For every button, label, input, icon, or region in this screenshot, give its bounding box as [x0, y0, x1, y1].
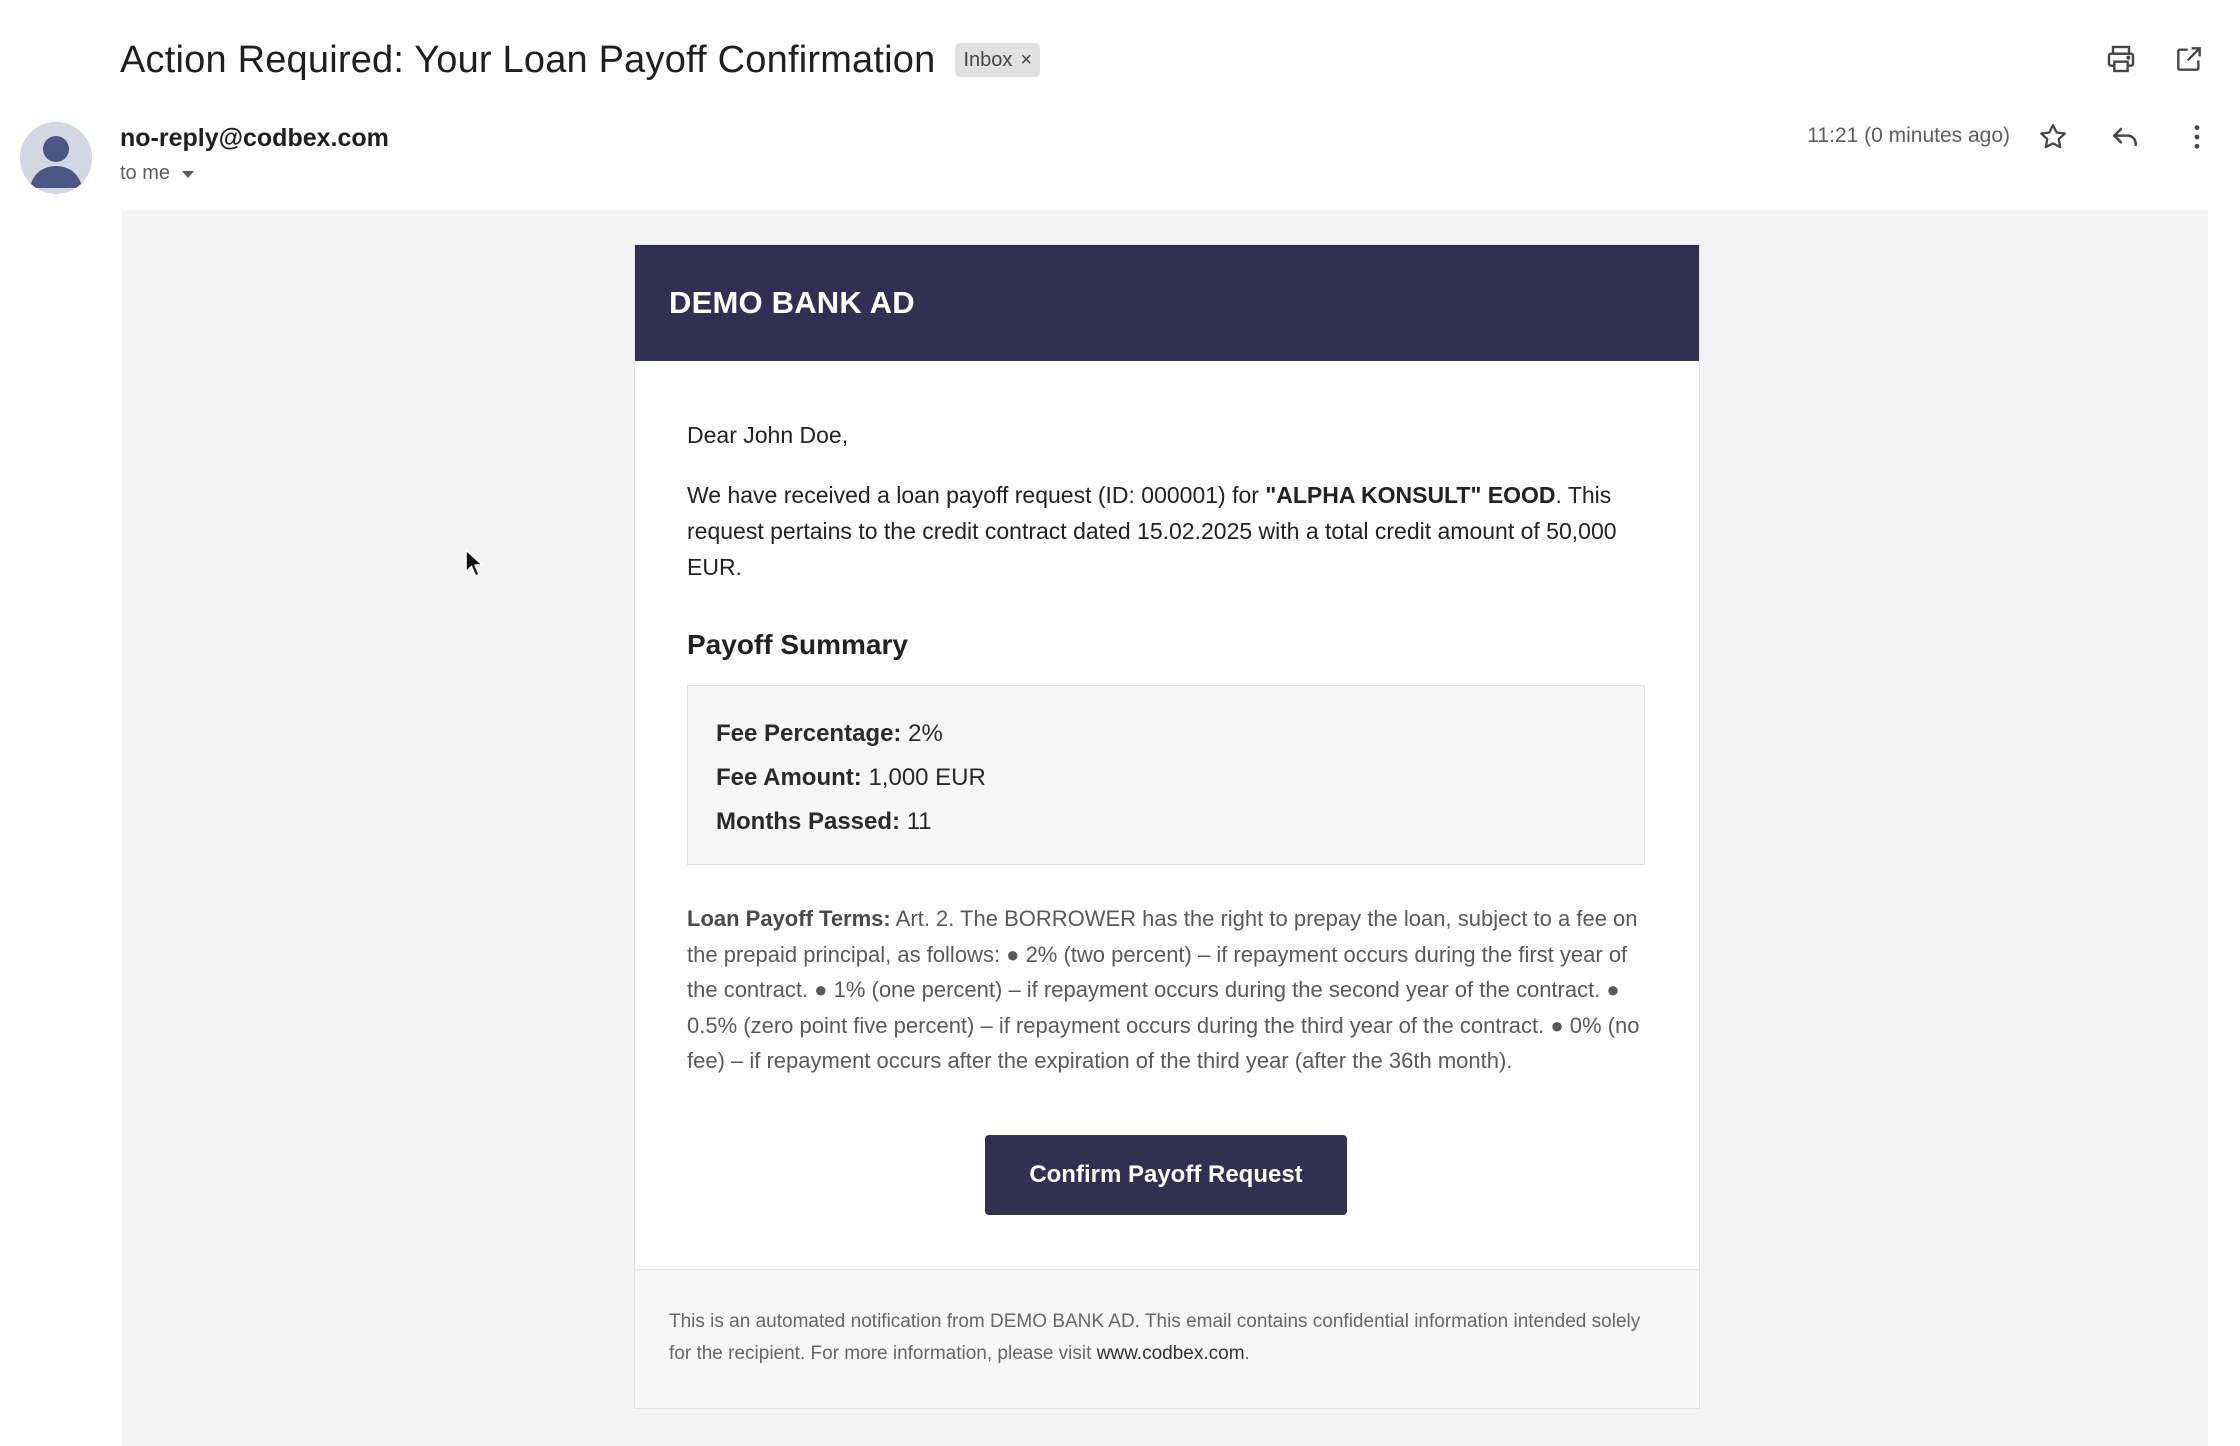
bank-name: DEMO BANK AD — [669, 285, 915, 320]
reply-icon[interactable] — [2106, 118, 2144, 156]
recipient-text: to me — [120, 162, 171, 184]
chevron-down-icon[interactable] — [182, 171, 195, 178]
confirm-payoff-button[interactable]: Confirm Payoff Request — [985, 1134, 1347, 1215]
footer-link[interactable]: www.codbex.com — [1097, 1343, 1245, 1364]
open-in-new-window-icon[interactable] — [2170, 40, 2208, 78]
avatar-icon[interactable] — [20, 122, 92, 194]
recipient-details[interactable]: to me — [120, 162, 195, 185]
mouse-cursor-icon — [465, 549, 484, 577]
sender-address: no-reply@codbex.com — [120, 124, 389, 152]
bank-header: DEMO BANK AD — [635, 245, 1699, 361]
terms-label: Loan Payoff Terms: — [687, 906, 891, 931]
subject-row: Action Required: Your Loan Payoff Confir… — [120, 32, 1041, 88]
print-icon[interactable] — [2102, 40, 2140, 78]
label-chip-text: Inbox — [963, 48, 1013, 71]
summary-value: 1,000 EUR — [861, 764, 986, 791]
company-name: "ALPHA KONSULT" EOOD — [1265, 482, 1556, 508]
summary-value: 11 — [900, 808, 932, 835]
terms-text: Art. 2. The BORROWER has the right to pr… — [687, 906, 1640, 1073]
summary-row: Fee Amount: 1,000 EUR — [716, 756, 1616, 800]
payoff-summary-box: Fee Percentage: 2% Fee Amount: 1,000 EUR… — [687, 685, 1645, 865]
summary-row: Fee Percentage: 2% — [716, 712, 1616, 756]
message-actions — [2034, 118, 2216, 156]
email-subject: Action Required: Your Loan Payoff Confir… — [120, 38, 936, 81]
footer-end: . — [1244, 1342, 1250, 1364]
loan-payoff-terms: Loan Payoff Terms: Art. 2. The BORROWER … — [687, 901, 1645, 1079]
inbox-label-chip[interactable]: Inbox × — [955, 43, 1041, 77]
summary-label: Fee Amount: — [716, 764, 862, 791]
more-vert-icon[interactable] — [2178, 118, 2216, 156]
email-content: Dear John Doe, We have received a loan p… — [635, 361, 1699, 1269]
summary-row: Months Passed: 11 — [716, 800, 1616, 844]
email-footer: This is an automated notification from D… — [635, 1268, 1699, 1408]
message-timestamp: 11:21 (0 minutes ago) — [1807, 124, 2010, 147]
summary-title: Payoff Summary — [687, 629, 908, 660]
summary-label: Fee Percentage: — [716, 720, 902, 747]
remove-label-icon[interactable]: × — [1020, 49, 1032, 72]
intro-text-start: We have received a loan payoff request (… — [687, 482, 1266, 508]
email-view: Action Required: Your Loan Payoff Confir… — [0, 0, 2240, 1446]
button-wrapper: Confirm Payoff Request — [687, 1134, 1645, 1269]
intro-paragraph: We have received a loan payoff request (… — [687, 477, 1645, 585]
summary-label: Months Passed: — [716, 808, 901, 835]
thread-actions — [2102, 40, 2208, 78]
summary-value: 2% — [901, 720, 943, 747]
greeting: Dear John Doe, — [687, 422, 849, 448]
star-icon[interactable] — [2034, 118, 2072, 156]
email-card: DEMO BANK AD Dear John Doe, We have rece… — [634, 244, 1700, 1409]
